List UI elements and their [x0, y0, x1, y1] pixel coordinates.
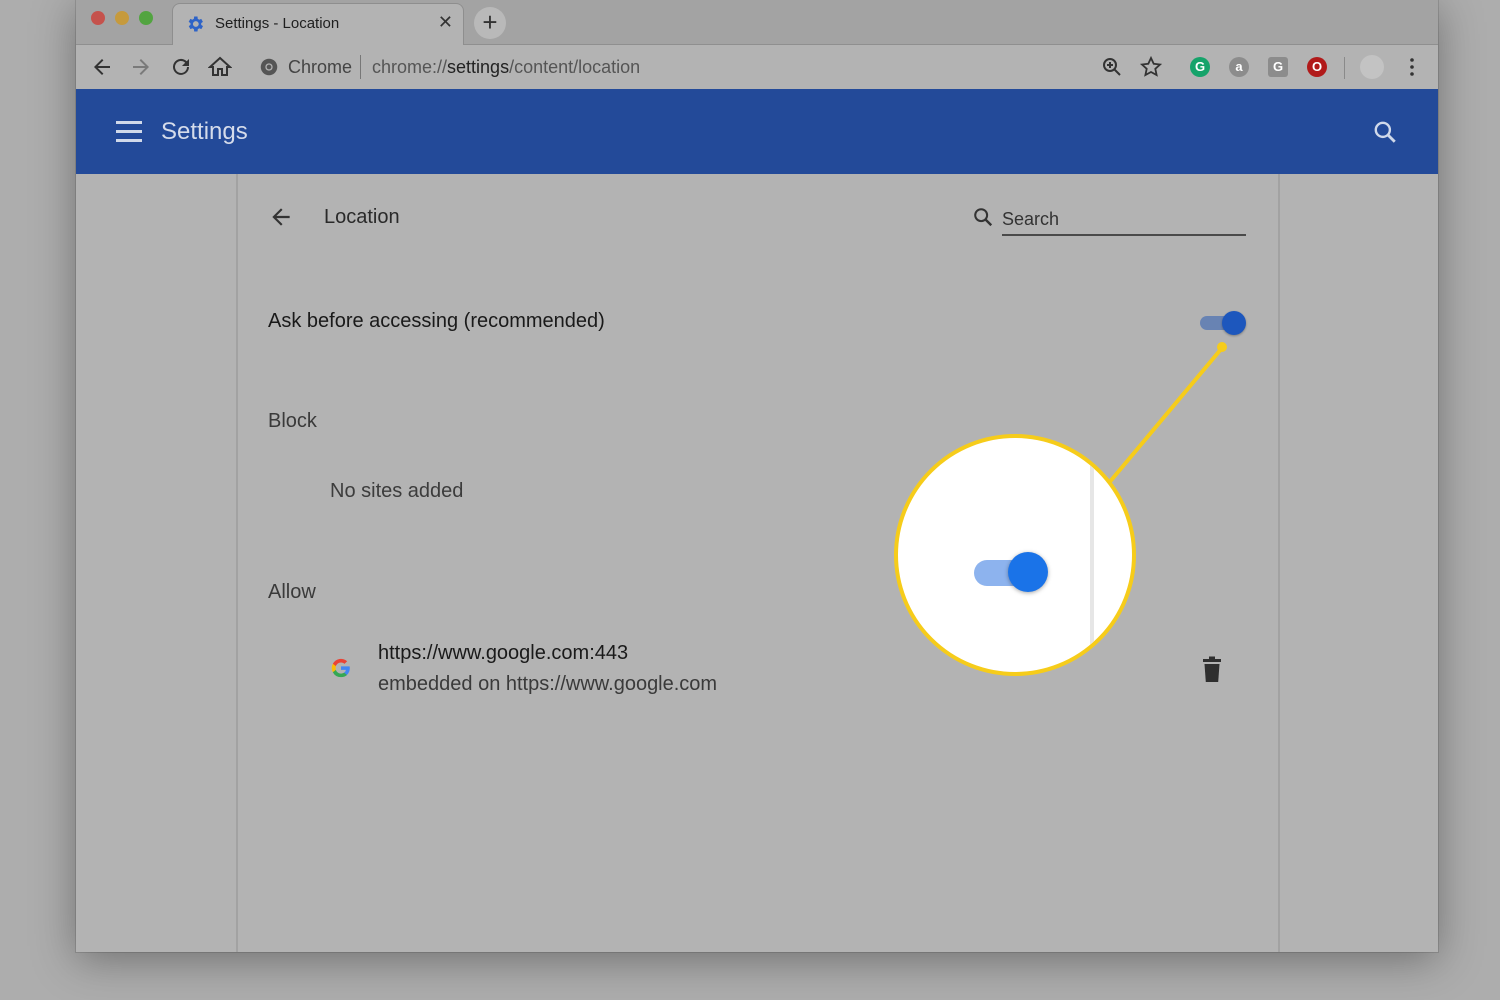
google-translate-icon[interactable]: G [1268, 57, 1288, 77]
back-arrow-icon[interactable] [90, 55, 114, 79]
toggle-magnifier-callout [894, 434, 1136, 676]
settings-gear-icon [188, 16, 203, 32]
home-icon[interactable] [208, 55, 232, 79]
allowed-site-embedded: embedded on https://www.google.com [378, 673, 718, 695]
toggle-knob [1222, 311, 1246, 335]
tab-title: Settings - Location [215, 15, 340, 32]
new-tab-button[interactable]: + [474, 7, 506, 39]
settings-app-bar: Settings [76, 89, 1438, 174]
block-heading: Block [268, 410, 317, 432]
zoom-icon[interactable] [1100, 55, 1124, 79]
menu-hamburger-icon[interactable] [116, 121, 142, 143]
omnibox-separator [360, 55, 361, 79]
bookmark-star-icon[interactable] [1139, 55, 1163, 79]
translate-glyph: G [1272, 59, 1284, 74]
grammarly-icon[interactable]: G [1190, 57, 1210, 77]
google-g-icon [331, 658, 350, 678]
more-menu-icon[interactable] [1400, 55, 1424, 79]
minimize-window-button[interactable] [115, 11, 129, 25]
url-scheme: chrome:// [372, 57, 448, 77]
maximize-window-button[interactable] [139, 11, 153, 25]
opera-glyph: O [1311, 59, 1323, 74]
magnified-toggle-knob [1008, 552, 1048, 592]
search-input[interactable] [1002, 204, 1246, 236]
amazon-glyph: a [1235, 59, 1243, 74]
close-window-button[interactable] [91, 11, 105, 25]
toolbar-divider [1344, 57, 1345, 79]
allowed-site-url: https://www.google.com:443 [378, 642, 629, 664]
reload-icon[interactable] [169, 55, 193, 79]
profile-avatar[interactable] [1360, 55, 1384, 79]
delete-trash-icon[interactable] [1200, 656, 1224, 684]
search-icon [974, 208, 993, 227]
omnibox-url[interactable]: chrome://settings/content/location [372, 57, 640, 78]
tab-settings-location[interactable]: Settings - Location ✕ [172, 3, 464, 45]
browser-window: Settings - Location ✕ + Chrome chrome://… [76, 0, 1438, 952]
forward-arrow-icon[interactable] [129, 55, 153, 79]
settings-search-icon[interactable] [1372, 119, 1398, 145]
back-arrow-icon[interactable] [268, 204, 294, 230]
chrome-site-icon [260, 58, 278, 76]
magnifier-divider [1090, 438, 1094, 672]
allow-heading: Allow [268, 581, 316, 603]
opera-icon[interactable]: O [1307, 57, 1327, 77]
grammarly-glyph: G [1194, 59, 1206, 74]
browser-toolbar: Chrome chrome://settings/content/locatio… [76, 45, 1438, 89]
amazon-assistant-icon[interactable]: a [1229, 57, 1249, 77]
omnibox-site-label: Chrome [288, 57, 353, 77]
ask-before-accessing-toggle[interactable] [1198, 310, 1248, 336]
ask-before-accessing-label: Ask before accessing (recommended) [268, 310, 605, 332]
settings-title: Settings [161, 118, 248, 145]
tab-close-icon[interactable]: ✕ [438, 12, 453, 33]
page-title: Location [324, 206, 400, 228]
url-path: /content/location [509, 57, 641, 77]
tab-strip: Settings - Location ✕ + [76, 0, 1438, 45]
block-empty-text: No sites added [330, 480, 464, 502]
url-host: settings [447, 57, 510, 77]
